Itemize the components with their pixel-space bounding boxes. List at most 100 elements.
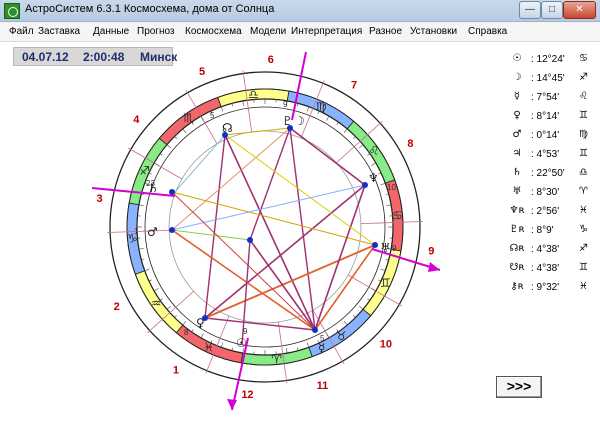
zodiac-sign-icon: ♌ xyxy=(579,91,588,102)
planet-row-venus: ♀ : 8°14' ♊ xyxy=(509,110,595,126)
planet-degree: : 14°45' xyxy=(531,73,565,84)
planet-degree: : 8°30' xyxy=(531,187,560,198)
zodiac-sign-icon: ♐ xyxy=(579,243,588,254)
venus-icon: ♀ xyxy=(513,110,521,121)
degree-label: 5 xyxy=(320,334,325,343)
house-number: 7 xyxy=(351,80,357,92)
planet-row-mercury: ☿ : 7°54' ♌ xyxy=(509,91,595,107)
planet-dot xyxy=(287,125,293,131)
imum-coeli-arrowhead xyxy=(227,399,237,410)
zodiac-sign-icon: ♓ xyxy=(579,281,588,292)
planet-degree: : 7°54' xyxy=(531,92,560,103)
jupiter-icon: ♃ xyxy=(512,148,522,159)
house-number: 5 xyxy=(199,66,205,78)
zodiac-sign-icon: ♈ xyxy=(579,186,588,197)
mercury-icon: ☿ xyxy=(513,91,521,102)
zodiac-sign-icon: ♑ xyxy=(579,224,588,235)
zodiac-glyph: ♊ xyxy=(380,276,391,290)
saturn-icon: ♄ xyxy=(512,167,522,178)
planet-row-sun: ☉ : 12°24' ♋ xyxy=(509,53,595,69)
planet-dot xyxy=(372,242,378,248)
planet-dot xyxy=(202,315,208,321)
south-node-icon: ☋ʀ xyxy=(509,262,525,273)
zodiac-sign-icon: ♊ xyxy=(579,148,588,159)
neptune-icon: ♆ʀ xyxy=(509,205,525,216)
zodiac-sign-icon: ♎ xyxy=(579,167,588,178)
planet-dot xyxy=(222,132,228,138)
descendant-arrowhead xyxy=(428,262,440,272)
mars-icon: ♂ xyxy=(512,129,522,140)
planet-row-chiron: ⚷ʀ : 9°32' ♓ xyxy=(509,281,595,297)
planet-dot xyxy=(169,189,175,195)
neptune-glyph: ♆ xyxy=(368,171,379,185)
moon-glyph: ☽ xyxy=(294,114,305,128)
zodiac-glyph: ♍ xyxy=(316,99,327,113)
planet-row-pluto: ♇ʀ : 8°9' ♑ xyxy=(509,224,595,240)
house-number: 12 xyxy=(241,389,253,401)
zodiac-glyph: ♐ xyxy=(139,164,150,178)
mercury-glyph: ☿ xyxy=(318,341,325,355)
house-number: 1 xyxy=(173,364,179,376)
planet-degree: : 9°32' xyxy=(531,282,560,293)
house-number: 9 xyxy=(428,245,434,257)
degree-label: 8 xyxy=(184,328,189,337)
sun-icon: ☉ xyxy=(512,53,522,64)
planet-dot xyxy=(169,227,175,233)
zodiac-glyph: ♋ xyxy=(392,208,403,222)
planet-row-neptune: ♆ʀ : 2°56' ♓ xyxy=(509,205,595,221)
chiron-icon: ⚷ʀ xyxy=(510,281,524,292)
planet-dot xyxy=(362,182,368,188)
house-number: 10 xyxy=(380,339,392,351)
planet-degree: : 22°50' xyxy=(531,168,565,179)
moon-icon: ☽ xyxy=(512,72,522,83)
house-number: 11 xyxy=(317,380,329,392)
planet-degree: : 8°9' xyxy=(531,225,554,236)
planet-row-moon: ☽ : 14°45' ♐ xyxy=(509,72,595,88)
zodiac-glyph: ♒ xyxy=(151,296,162,310)
planet-degree: : 8°14' xyxy=(531,111,560,122)
planet-row-jupiter: ♃ : 4°53' ♊ xyxy=(509,148,595,164)
planet-row-saturn: ♄ : 22°50' ♎ xyxy=(509,167,595,183)
planet-degree: : 12°24' xyxy=(531,54,565,65)
zodiac-glyph: ♈ xyxy=(271,352,282,366)
house-number: 2 xyxy=(114,301,120,313)
north-node-icon: ☊ʀ xyxy=(509,243,525,254)
zodiac-sign-icon: ♋ xyxy=(579,53,588,64)
planet-row-south-node: ☋ʀ : 4°38' ♊ xyxy=(509,262,595,278)
degree-label: 1 xyxy=(134,227,139,236)
planet-row-uranus: ♅ : 8°30' ♈ xyxy=(509,186,595,202)
house-number: 3 xyxy=(96,193,102,205)
planet-degree: : 4°38' xyxy=(531,263,560,274)
planet-degree: : 4°53' xyxy=(531,149,560,160)
sun-glyph: ☉ xyxy=(236,336,247,350)
planet-dot xyxy=(247,237,253,243)
zodiac-glyph: ♎ xyxy=(248,88,259,102)
zodiac-sign-icon: ♊ xyxy=(579,262,588,273)
planet-row-mars: ♂ : 0°14' ♍ xyxy=(509,129,595,145)
degree-label: 5 xyxy=(210,111,215,120)
house-number: 8 xyxy=(407,138,413,150)
planet-degree: : 2°56' xyxy=(531,206,560,217)
house-number: 6 xyxy=(268,54,274,66)
planet-degree: : 4°38' xyxy=(531,244,560,255)
uranus-glyph: ♅ xyxy=(380,241,391,255)
next-button[interactable]: >>> xyxy=(496,376,542,398)
zodiac-sign-icon: ♓ xyxy=(579,205,588,216)
uranus-icon: ♅ xyxy=(512,186,522,197)
house-number: 4 xyxy=(133,114,140,126)
zodiac-sign-icon: ♐ xyxy=(579,72,588,83)
planet-row-north-node: ☊ʀ : 4°38' ♐ xyxy=(509,243,595,259)
mars-glyph: ♂ xyxy=(147,225,158,239)
zodiac-sign-icon: ♊ xyxy=(579,110,588,121)
degree-label: 9 xyxy=(243,327,248,336)
planet-dot xyxy=(312,327,318,333)
degree-label: 9 xyxy=(283,100,288,109)
zodiac-glyph: ♓ xyxy=(203,341,214,355)
degree-label: 9 xyxy=(392,244,397,253)
pluto-icon: ♇ʀ xyxy=(509,224,525,235)
zodiac-glyph: ♌ xyxy=(369,144,380,158)
planet-degree: : 0°14' xyxy=(531,130,560,141)
degree-label: 10 xyxy=(387,183,396,192)
zodiac-sign-icon: ♍ xyxy=(579,129,588,140)
degree-label: 23 xyxy=(146,179,155,188)
